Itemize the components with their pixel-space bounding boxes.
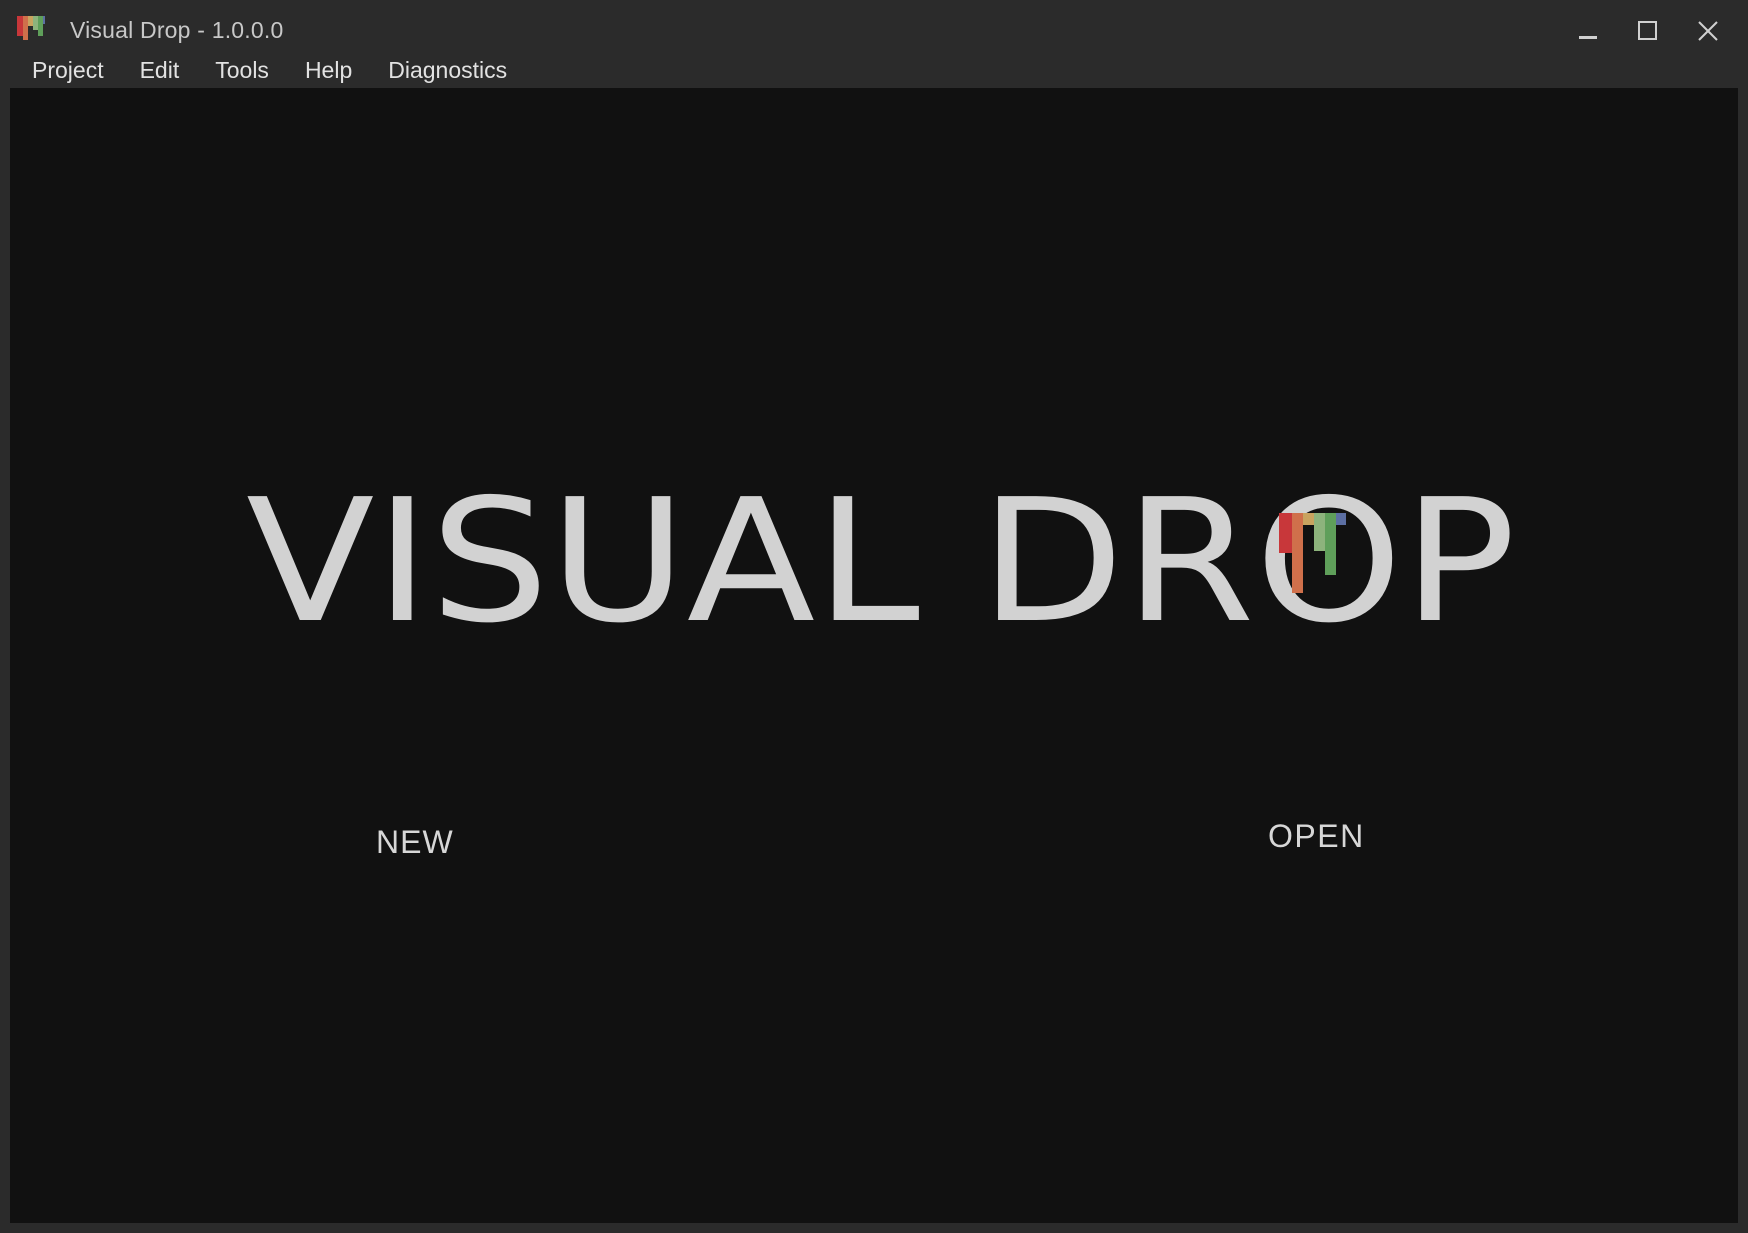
maximize-icon	[1638, 21, 1657, 40]
open-project-button[interactable]: OPEN	[1268, 818, 1365, 855]
app-window: Visual Drop - 1.0.0.0 Project Edit Tools…	[0, 0, 1748, 1233]
drip-red	[1279, 513, 1292, 553]
menu-tools[interactable]: Tools	[197, 52, 287, 88]
close-icon	[1698, 21, 1718, 41]
drip-yellow	[1303, 513, 1314, 525]
main-canvas: VISUAL DROP	[10, 88, 1738, 1223]
menu-diagnostics[interactable]: Diagnostics	[370, 52, 525, 88]
app-logo-icon	[17, 16, 45, 40]
minimize-button[interactable]	[1563, 10, 1613, 52]
menu-bar: Project Edit Tools Help Diagnostics	[14, 52, 525, 88]
menu-project[interactable]: Project	[14, 52, 122, 88]
menu-edit[interactable]: Edit	[122, 52, 198, 88]
window-title: Visual Drop - 1.0.0.0	[70, 17, 284, 43]
new-project-button[interactable]: NEW	[376, 824, 454, 861]
visual-drop-logo: VISUAL DROP	[246, 488, 1516, 628]
menu-help[interactable]: Help	[287, 52, 370, 88]
maximize-button[interactable]	[1623, 10, 1673, 52]
drip-green	[1325, 513, 1336, 575]
drip-blue	[1336, 513, 1346, 525]
drip-orange	[1292, 513, 1303, 593]
minimize-icon	[1579, 36, 1597, 39]
close-button[interactable]	[1683, 10, 1733, 52]
drip-lightgreen	[1314, 513, 1325, 551]
